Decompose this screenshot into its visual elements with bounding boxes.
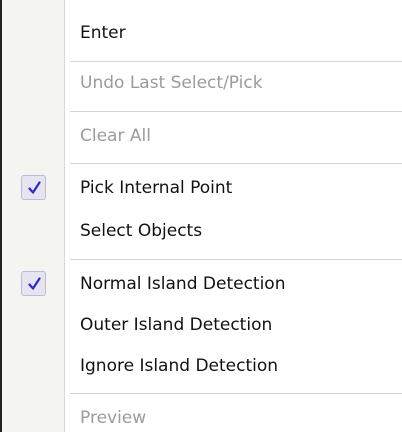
context-menu: Enter Undo Last Select/Pick Clear All Pi… [0,0,402,432]
menu-item-select-objects[interactable]: Select Objects [2,211,402,251]
menu-item-label: Enter [80,23,126,43]
menu-item-label: Preview [80,408,147,428]
menu-item-label: Undo Last Select/Pick [80,73,263,93]
menu-item-label: Outer Island Detection [80,315,273,335]
check-icon [21,175,46,200]
menu-item-outer-island-detection[interactable]: Outer Island Detection [2,305,402,345]
check-icon [21,271,46,296]
menu-separator [70,259,402,260]
menu-separator [70,111,402,112]
menu-separator [70,61,402,62]
menu-item-pick-internal-point[interactable]: Pick Internal Point [2,168,402,208]
menu-item-label: Normal Island Detection [80,274,286,294]
menu-item-label: Ignore Island Detection [80,356,279,376]
menu-separator [70,163,402,164]
menu-item-label: Select Objects [80,221,203,241]
menu-item-label: Pick Internal Point [80,178,233,198]
menu-item-normal-island-detection[interactable]: Normal Island Detection [2,264,402,304]
menu-item-clear-all: Clear All [2,116,402,156]
menu-item-preview: Preview [2,398,402,432]
menu-separator [70,393,402,394]
menu-item-enter[interactable]: Enter [2,13,402,53]
menu-item-undo-last-select-pick: Undo Last Select/Pick [2,63,402,103]
menu-item-ignore-island-detection[interactable]: Ignore Island Detection [2,346,402,386]
menu-item-label: Clear All [80,126,151,146]
